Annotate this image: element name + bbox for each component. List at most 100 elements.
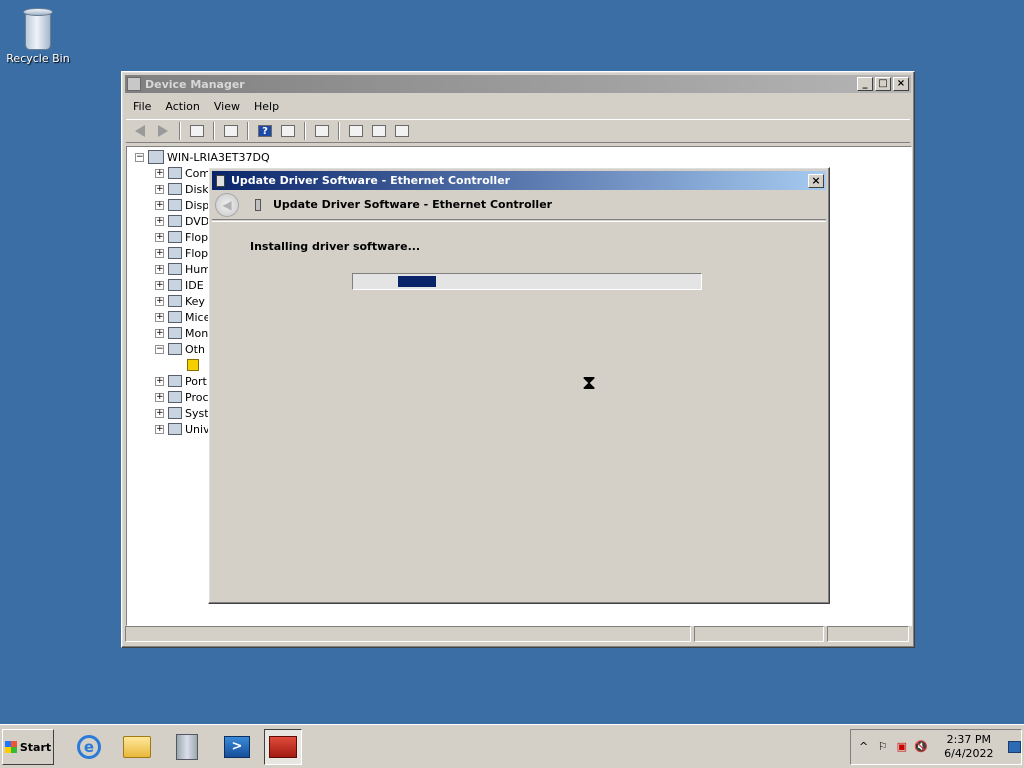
recycle-bin-shortcut[interactable]: Recycle Bin xyxy=(6,6,70,65)
forward-icon xyxy=(158,125,168,137)
status-pane xyxy=(125,626,691,642)
show-hidden-icons-chevron-icon[interactable]: ^ xyxy=(857,740,870,754)
menu-help[interactable]: Help xyxy=(247,100,286,113)
wizard-back-button[interactable]: ◀ xyxy=(215,192,239,217)
tree-item[interactable]: + Flop xyxy=(155,245,211,261)
tree-item[interactable]: + DVD xyxy=(155,213,211,229)
tree-item[interactable]: + Mon xyxy=(155,325,211,341)
tree-item-label: Mon xyxy=(185,326,209,340)
show-hide-action-pane-button[interactable] xyxy=(278,122,298,140)
show-hide-console-tree-button[interactable] xyxy=(187,122,207,140)
menu-view[interactable]: View xyxy=(207,100,247,113)
menu-file[interactable]: File xyxy=(126,100,158,113)
taskbar-server-manager[interactable] xyxy=(168,729,206,765)
tree-item-label: Oth xyxy=(185,342,205,356)
tree-item[interactable]: + IDE xyxy=(155,277,211,293)
device-category-icon xyxy=(168,279,182,291)
uninstall-button[interactable] xyxy=(369,122,389,140)
install-status-text: Installing driver software... xyxy=(250,240,421,253)
device-category-icon xyxy=(168,343,182,355)
tree-item[interactable] xyxy=(155,357,211,373)
network-error-icon[interactable]: ▣ xyxy=(895,740,908,754)
tree-root-node[interactable]: − WIN-LRIA3ET37DQ xyxy=(135,149,270,165)
taskbar-internet-explorer[interactable]: e xyxy=(70,729,108,765)
scan-hardware-button[interactable] xyxy=(312,122,332,140)
tree-item-label: Mice xyxy=(185,310,211,324)
tree-item[interactable]: + Proc xyxy=(155,389,211,405)
menu-action[interactable]: Action xyxy=(158,100,206,113)
wizard-header: ◀ Update Driver Software - Ethernet Cont… xyxy=(212,190,826,220)
expand-toggle[interactable]: + xyxy=(155,184,164,194)
expand-toggle[interactable]: + xyxy=(155,296,164,306)
install-progress-bar xyxy=(352,273,702,290)
volume-muted-icon[interactable]: 🔇 xyxy=(914,740,928,754)
wizard-body: Installing driver software... ⧗ xyxy=(212,221,826,600)
tree-item[interactable]: + Univ xyxy=(155,421,211,437)
minimize-button[interactable]: _ xyxy=(857,77,873,91)
back-icon xyxy=(135,125,145,137)
device-category-icon xyxy=(168,167,182,179)
forward-button[interactable] xyxy=(153,122,173,140)
expand-toggle[interactable]: + xyxy=(155,248,164,258)
expand-toggle[interactable]: + xyxy=(155,408,164,418)
expand-toggle[interactable]: + xyxy=(155,392,164,402)
windows-explorer-icon xyxy=(123,736,151,758)
toolbar-separator xyxy=(304,122,306,140)
maximize-button[interactable]: □ xyxy=(875,77,891,91)
tree-item[interactable]: + Hum xyxy=(155,261,211,277)
device-category-icon xyxy=(168,183,182,195)
device-icon xyxy=(216,174,225,187)
status-pane xyxy=(827,626,909,642)
powershell-icon: > xyxy=(224,736,250,758)
device-category-icon xyxy=(168,375,182,387)
expand-toggle[interactable]: + xyxy=(155,216,164,226)
tree-item[interactable]: + Com xyxy=(155,165,211,181)
update-driver-button[interactable] xyxy=(346,122,366,140)
tree-item[interactable]: − Oth xyxy=(155,341,211,357)
tree-item[interactable]: + Disp xyxy=(155,197,211,213)
expand-toggle[interactable]: + xyxy=(155,424,164,434)
start-button[interactable]: Start xyxy=(2,729,54,765)
expand-toggle[interactable]: − xyxy=(155,344,164,354)
action-center-flag-icon[interactable]: ⚐ xyxy=(876,740,889,754)
back-arrow-icon: ◀ xyxy=(222,197,232,212)
tree-item-label: Proc xyxy=(185,390,209,404)
expand-toggle[interactable]: + xyxy=(155,312,164,322)
tree-item-label: Flop xyxy=(185,230,209,244)
show-desktop-icon[interactable] xyxy=(1007,741,1022,753)
tree-item[interactable]: + Key xyxy=(155,293,211,309)
taskbar-powershell[interactable]: > xyxy=(218,729,256,765)
device-manager-icon xyxy=(127,77,141,91)
tree-item[interactable]: + Syst xyxy=(155,405,211,421)
scan-hardware-icon xyxy=(315,125,329,137)
help-button[interactable]: ? xyxy=(255,122,275,140)
expand-toggle[interactable]: + xyxy=(155,328,164,338)
properties-button[interactable] xyxy=(221,122,241,140)
tree-item[interactable]: + Port xyxy=(155,373,211,389)
back-button[interactable] xyxy=(130,122,150,140)
show-hide-action-pane-icon xyxy=(281,125,295,137)
taskbar-windows-explorer[interactable] xyxy=(118,729,156,765)
disable-button[interactable] xyxy=(392,122,412,140)
clock[interactable]: 2:37 PM 6/4/2022 xyxy=(944,733,993,761)
expand-toggle[interactable]: + xyxy=(155,200,164,210)
expand-toggle[interactable]: + xyxy=(155,264,164,274)
dialog-close-button[interactable]: × xyxy=(808,173,824,188)
tree-item[interactable]: + Disk xyxy=(155,181,211,197)
toolbar-separator xyxy=(247,122,249,140)
close-button[interactable]: × xyxy=(893,77,909,91)
toolbar-separator xyxy=(213,122,215,140)
tree-item[interactable]: + Flop xyxy=(155,229,211,245)
dialog-titlebar[interactable]: Update Driver Software - Ethernet Contro… xyxy=(212,171,826,190)
device-manager-titlebar[interactable]: Device Manager _ □ × xyxy=(125,75,911,93)
tree-item[interactable]: + Mice xyxy=(155,309,211,325)
collapse-toggle[interactable]: − xyxy=(135,152,144,162)
expand-toggle[interactable]: + xyxy=(155,280,164,290)
expand-toggle[interactable]: + xyxy=(155,232,164,242)
taskbar-device-manager[interactable] xyxy=(264,729,302,765)
expand-toggle[interactable]: + xyxy=(155,376,164,386)
expand-toggle[interactable]: + xyxy=(155,168,164,178)
status-bar xyxy=(125,626,911,644)
clock-date: 6/4/2022 xyxy=(944,747,994,760)
device-category-icon xyxy=(168,423,182,435)
